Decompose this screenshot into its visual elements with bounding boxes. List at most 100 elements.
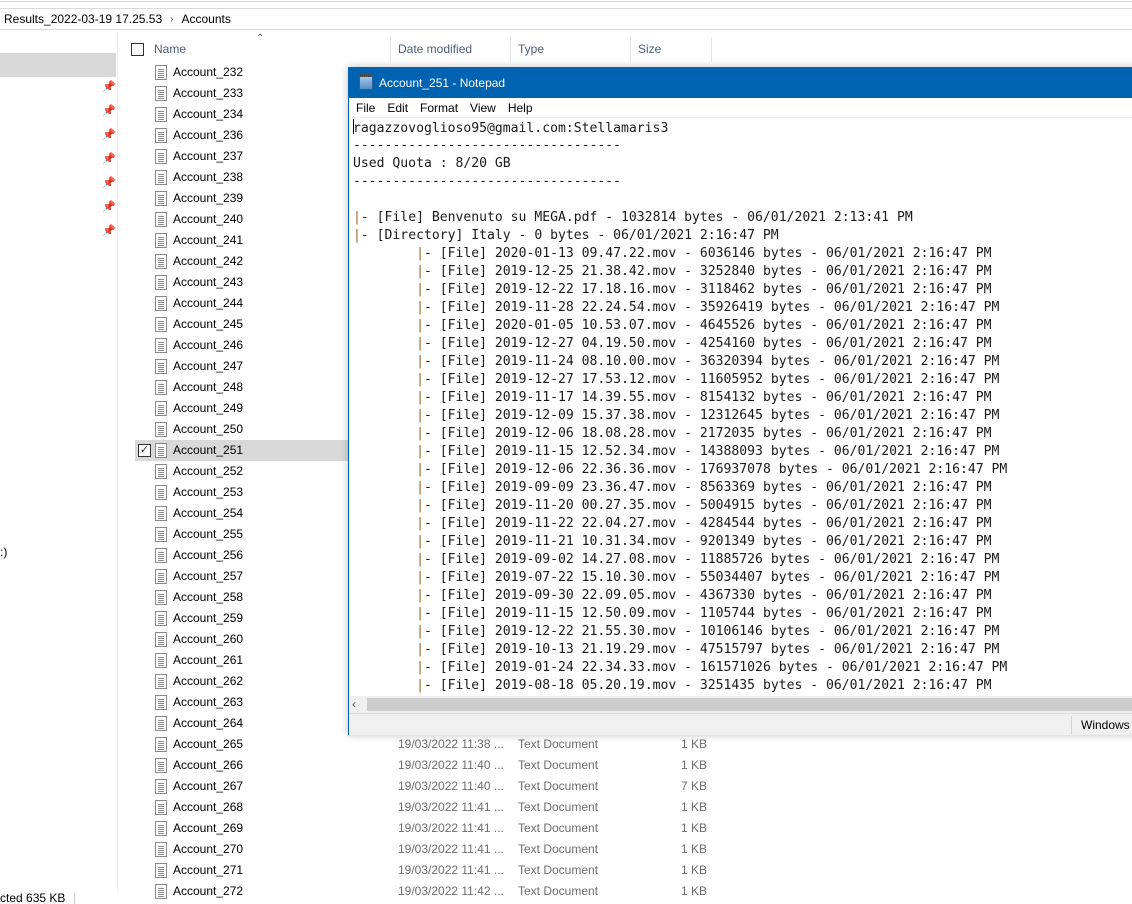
pin-icon[interactable]: 📌 xyxy=(102,153,116,165)
file-row[interactable]: Account_244 xyxy=(135,293,347,314)
file-name[interactable]: Account_232 xyxy=(173,65,243,79)
file-row[interactable]: Account_267 xyxy=(135,776,347,797)
file-row[interactable]: Account_268 xyxy=(135,797,347,818)
file-name[interactable]: Account_270 xyxy=(173,842,243,856)
file-row[interactable]: Account_236 xyxy=(135,125,347,146)
file-name[interactable]: Account_241 xyxy=(173,233,243,247)
file-name[interactable]: Account_257 xyxy=(173,569,243,583)
address-bar[interactable]: Results_2022-03-19 17.25.53 › Accounts xyxy=(0,9,1132,30)
file-name[interactable]: Account_260 xyxy=(173,632,243,646)
scrollbar-thumb[interactable] xyxy=(367,698,1132,711)
file-row[interactable]: Account_250 xyxy=(135,419,347,440)
file-name[interactable]: Account_236 xyxy=(173,128,243,142)
file-row[interactable]: Account_252 xyxy=(135,461,347,482)
file-row[interactable]: Account_255 xyxy=(135,524,347,545)
menu-edit[interactable]: Edit xyxy=(387,101,408,115)
file-name[interactable]: Account_272 xyxy=(173,884,243,898)
file-name[interactable]: Account_238 xyxy=(173,170,243,184)
file-name[interactable]: Account_242 xyxy=(173,254,243,268)
file-row[interactable]: Account_242 xyxy=(135,251,347,272)
file-row[interactable]: Account_260 xyxy=(135,629,347,650)
file-name[interactable]: Account_265 xyxy=(173,737,243,751)
file-row[interactable]: Account_269 xyxy=(135,818,347,839)
file-row[interactable]: Account_248 xyxy=(135,377,347,398)
file-row[interactable]: Account_263 xyxy=(135,692,347,713)
file-row[interactable]: Account_258 xyxy=(135,587,347,608)
pin-icon[interactable]: 📌 xyxy=(102,105,116,117)
file-name[interactable]: Account_243 xyxy=(173,275,243,289)
column-header-type[interactable]: Type xyxy=(518,42,544,56)
column-divider[interactable] xyxy=(711,37,712,62)
column-divider[interactable] xyxy=(390,37,391,62)
file-row[interactable]: Account_254 xyxy=(135,503,347,524)
file-name[interactable]: Account_261 xyxy=(173,653,243,667)
file-name[interactable]: Account_267 xyxy=(173,779,243,793)
file-name[interactable]: Account_237 xyxy=(173,149,243,163)
column-header-size[interactable]: Size xyxy=(638,42,661,56)
file-row[interactable]: Account_239 xyxy=(135,188,347,209)
menu-help[interactable]: Help xyxy=(508,101,533,115)
file-name[interactable]: Account_233 xyxy=(173,86,243,100)
menu-view[interactable]: View xyxy=(470,101,496,115)
notepad-title-bar[interactable]: Account_251 - Notepad xyxy=(349,68,1132,98)
file-name[interactable]: Account_247 xyxy=(173,359,243,373)
row-checkbox[interactable]: ✓ xyxy=(138,444,151,457)
pin-icon[interactable]: 📌 xyxy=(102,129,116,141)
horizontal-scrollbar[interactable]: ‹ xyxy=(349,696,1132,713)
file-row[interactable]: Account_234 xyxy=(135,104,347,125)
file-name[interactable]: Account_271 xyxy=(173,863,243,877)
file-row[interactable]: Account_270 xyxy=(135,839,347,860)
file-name[interactable]: Account_259 xyxy=(173,611,243,625)
file-row[interactable]: Account_253 xyxy=(135,482,347,503)
file-row[interactable]: Account_237 xyxy=(135,146,347,167)
file-row[interactable]: Account_256 xyxy=(135,545,347,566)
file-name[interactable]: Account_240 xyxy=(173,212,243,226)
file-name[interactable]: Account_264 xyxy=(173,716,243,730)
file-row[interactable]: Account_240 xyxy=(135,209,347,230)
pin-icon[interactable]: 📌 xyxy=(102,201,116,213)
notepad-window[interactable]: Account_251 - Notepad File Edit Format V… xyxy=(348,67,1132,735)
file-name[interactable]: Account_249 xyxy=(173,401,243,415)
nav-item-selected[interactable] xyxy=(0,53,116,77)
file-row[interactable]: Account_272 xyxy=(135,881,347,902)
file-name[interactable]: Account_268 xyxy=(173,800,243,814)
menu-format[interactable]: Format xyxy=(420,101,458,115)
pin-icon[interactable]: 📌 xyxy=(102,177,116,189)
breadcrumb-accounts[interactable]: Accounts xyxy=(181,12,230,26)
file-row[interactable]: Account_247 xyxy=(135,356,347,377)
file-name[interactable]: Account_256 xyxy=(173,548,243,562)
column-header-date[interactable]: Date modified xyxy=(398,42,472,56)
file-name[interactable]: Account_248 xyxy=(173,380,243,394)
file-name[interactable]: Account_266 xyxy=(173,758,243,772)
file-row[interactable]: Account_257 xyxy=(135,566,347,587)
file-name[interactable]: Account_255 xyxy=(173,527,243,541)
file-row[interactable]: Account_233 xyxy=(135,83,347,104)
file-row[interactable]: Account_241 xyxy=(135,230,347,251)
file-row[interactable]: Account_271 xyxy=(135,860,347,881)
file-name[interactable]: Account_250 xyxy=(173,422,243,436)
file-row[interactable]: Account_261 xyxy=(135,650,347,671)
pin-icon[interactable]: 📌 xyxy=(102,225,116,237)
file-name[interactable]: Account_253 xyxy=(173,485,243,499)
file-name[interactable]: Account_262 xyxy=(173,674,243,688)
file-row[interactable]: Account_265 xyxy=(135,734,347,755)
file-name[interactable]: Account_234 xyxy=(173,107,243,121)
file-row[interactable]: Account_245 xyxy=(135,314,347,335)
text-editor[interactable]: ragazzovoglioso95@gmail.com:Stellamaris3… xyxy=(353,119,1132,699)
select-all-checkbox[interactable] xyxy=(131,43,144,56)
column-header-name[interactable]: Name xyxy=(154,42,186,56)
nav-item-drive[interactable]: :) xyxy=(0,545,7,559)
file-row[interactable]: Account_259 xyxy=(135,608,347,629)
column-divider[interactable] xyxy=(630,37,631,62)
file-name[interactable]: Account_254 xyxy=(173,506,243,520)
file-row[interactable]: ✓ Account_251 xyxy=(135,440,355,461)
file-name[interactable]: Account_258 xyxy=(173,590,243,604)
menu-file[interactable]: File xyxy=(356,101,375,115)
file-row[interactable]: Account_249 xyxy=(135,398,347,419)
file-name[interactable]: Account_269 xyxy=(173,821,243,835)
pin-icon[interactable]: 📌 xyxy=(102,81,116,93)
file-row[interactable]: Account_266 xyxy=(135,755,347,776)
file-name[interactable]: Account_244 xyxy=(173,296,243,310)
file-row[interactable]: Account_246 xyxy=(135,335,347,356)
file-row[interactable]: Account_238 xyxy=(135,167,347,188)
